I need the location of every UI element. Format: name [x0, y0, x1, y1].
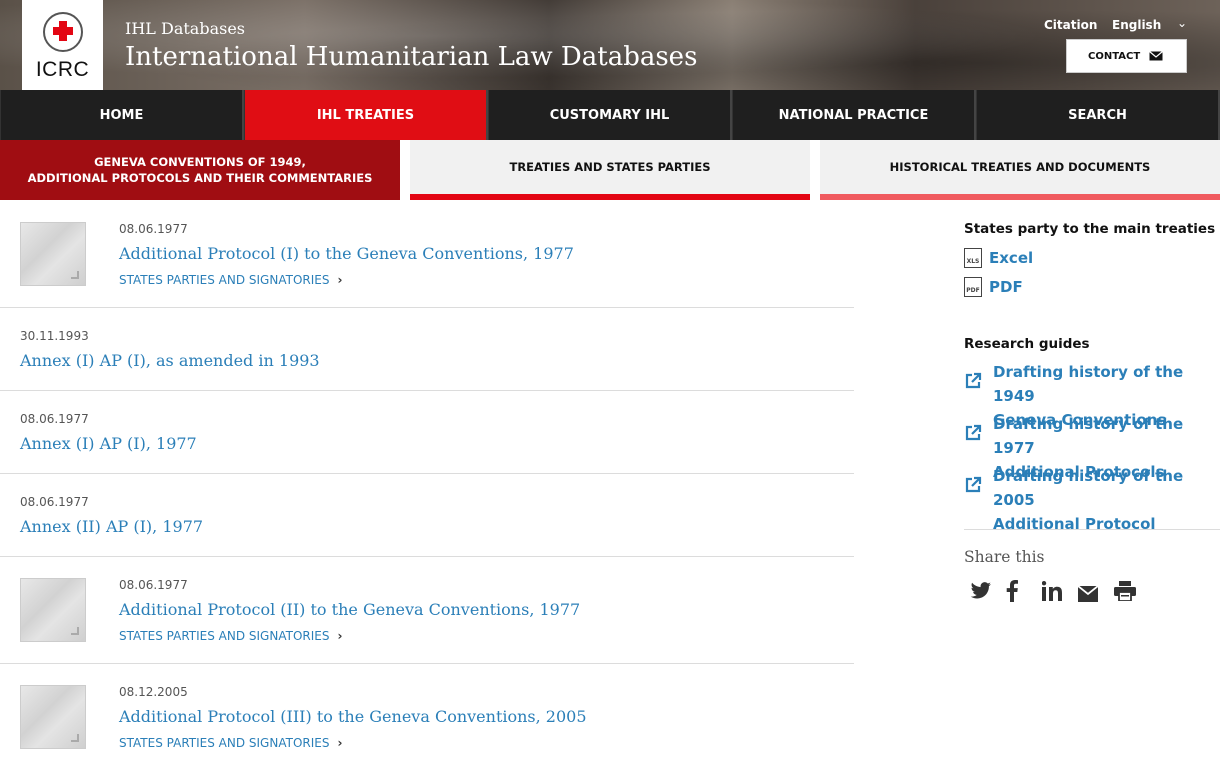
states-party-heading: States party to the main treaties — [964, 221, 1216, 237]
external-link-icon — [965, 424, 982, 441]
guide-line2: Additional Protocol — [993, 515, 1156, 533]
guide-line1: Drafting history of the 1977 — [993, 415, 1184, 457]
nav-customary-ihl[interactable]: CUSTOMARY IHL — [488, 90, 732, 140]
main-nav: HOME IHL TREATIES CUSTOMARY IHL NATIONAL… — [0, 90, 1220, 140]
citation-link[interactable]: Citation — [1044, 18, 1097, 32]
treaty-date: 30.11.1993 — [20, 329, 89, 343]
linkedin-icon[interactable] — [1042, 577, 1078, 605]
language-select[interactable]: English — [1112, 18, 1161, 32]
treaty-date: 08.06.1977 — [119, 578, 188, 592]
share-icons — [970, 577, 1150, 605]
guide-line1: Drafting history of the 2005 — [993, 467, 1184, 509]
nav-home[interactable]: HOME — [0, 90, 244, 140]
site-title[interactable]: International Humanitarian Law Databases — [125, 42, 697, 72]
contact-button[interactable]: CONTACT — [1066, 39, 1187, 73]
nav-national-practice[interactable]: NATIONAL PRACTICE — [732, 90, 976, 140]
research-guides-heading: Research guides — [964, 336, 1090, 352]
contact-label: CONTACT — [1088, 51, 1141, 62]
treaty-date: 08.06.1977 — [20, 412, 89, 426]
subnav-geneva-line1: GENEVA CONVENTIONS OF 1949, — [94, 155, 306, 169]
pdf-download-link[interactable]: PDF PDF — [964, 277, 1023, 297]
site-header: ICRC IHL Databases International Humanit… — [0, 0, 1220, 90]
list-item: 08.12.2005 Additional Protocol (III) to … — [0, 664, 854, 770]
external-link-icon — [965, 372, 982, 389]
excel-download-link[interactable]: XLS Excel — [964, 248, 1033, 268]
treaty-list: 08.06.1977 Additional Protocol (I) to th… — [0, 200, 854, 770]
guide-line1: Drafting history of the 1949 — [993, 363, 1184, 405]
envelope-icon — [1149, 51, 1163, 61]
treaty-title-link[interactable]: Additional Protocol (II) to the Geneva C… — [119, 600, 580, 619]
subnav-historical-treaties[interactable]: HISTORICAL TREATIES AND DOCUMENTS — [820, 140, 1220, 200]
pdf-label: PDF — [989, 278, 1023, 296]
excel-file-icon: XLS — [964, 248, 982, 268]
excel-label: Excel — [989, 249, 1034, 267]
treaty-thumbnail[interactable] — [20, 578, 86, 642]
share-heading: Share this — [964, 548, 1045, 566]
treaty-date: 08.06.1977 — [119, 222, 188, 236]
treaty-thumbnail[interactable] — [20, 685, 86, 749]
sidebar-divider — [964, 529, 1220, 530]
treaty-title-link[interactable]: Annex (I) AP (I), as amended in 1993 — [20, 351, 320, 370]
list-item: 08.06.1977 Annex (II) AP (I), 1977 — [0, 474, 854, 557]
chevron-right-icon: › — [337, 629, 343, 643]
treaty-title-link[interactable]: Additional Protocol (I) to the Geneva Co… — [119, 244, 574, 263]
logo-text: ICRC — [35, 58, 90, 81]
chevron-right-icon: › — [337, 273, 343, 287]
external-link-icon — [965, 476, 982, 493]
chevron-right-icon: › — [337, 736, 343, 750]
list-item: 08.06.1977 Additional Protocol (I) to th… — [0, 200, 854, 308]
site-subtitle[interactable]: IHL Databases — [125, 19, 245, 38]
treaty-date: 08.06.1977 — [20, 495, 89, 509]
treaty-title-link[interactable]: Annex (II) AP (I), 1977 — [20, 517, 203, 536]
states-parties-link[interactable]: STATES PARTIES AND SIGNATORIES › — [119, 273, 342, 287]
treaty-title-link[interactable]: Annex (I) AP (I), 1977 — [20, 434, 197, 453]
guide-link-2005[interactable]: Drafting history of the 2005 Additional P… — [964, 464, 1209, 533]
subnav-geneva-line2: ADDITIONAL PROTOCOLS AND THEIR COMMENTAR… — [27, 171, 373, 185]
list-item: 30.11.1993 Annex (I) AP (I), as amended … — [0, 308, 854, 391]
guide-link-1949[interactable]: Drafting history of the 1949 Geneva Conve… — [964, 360, 1209, 429]
subnav-treaties-states-parties[interactable]: TREATIES AND STATES PARTIES — [410, 140, 810, 200]
treaty-thumbnail[interactable] — [20, 222, 86, 286]
facebook-icon[interactable] — [1006, 577, 1042, 605]
print-icon[interactable] — [1114, 577, 1150, 605]
subnav-geneva-conventions[interactable]: GENEVA CONVENTIONS OF 1949, ADDITIONAL P… — [0, 140, 400, 200]
pdf-file-icon: PDF — [964, 277, 982, 297]
nav-ihl-treaties[interactable]: IHL TREATIES — [244, 90, 488, 140]
states-parties-link[interactable]: STATES PARTIES AND SIGNATORIES › — [119, 629, 342, 643]
nav-search[interactable]: SEARCH — [976, 90, 1220, 140]
guide-link-1977[interactable]: Drafting history of the 1977 Additional P… — [964, 412, 1209, 481]
twitter-icon[interactable] — [970, 577, 1006, 605]
treaty-date: 08.12.2005 — [119, 685, 188, 699]
chevron-down-icon[interactable]: ⌄ — [1177, 16, 1187, 30]
email-icon[interactable] — [1078, 577, 1114, 605]
list-item: 08.06.1977 Annex (I) AP (I), 1977 — [0, 391, 854, 474]
list-item: 08.06.1977 Additional Protocol (II) to t… — [0, 557, 854, 664]
states-parties-link[interactable]: STATES PARTIES AND SIGNATORIES › — [119, 736, 342, 750]
icrc-logo[interactable]: ICRC — [22, 0, 103, 90]
treaty-title-link[interactable]: Additional Protocol (III) to the Geneva … — [119, 707, 587, 726]
